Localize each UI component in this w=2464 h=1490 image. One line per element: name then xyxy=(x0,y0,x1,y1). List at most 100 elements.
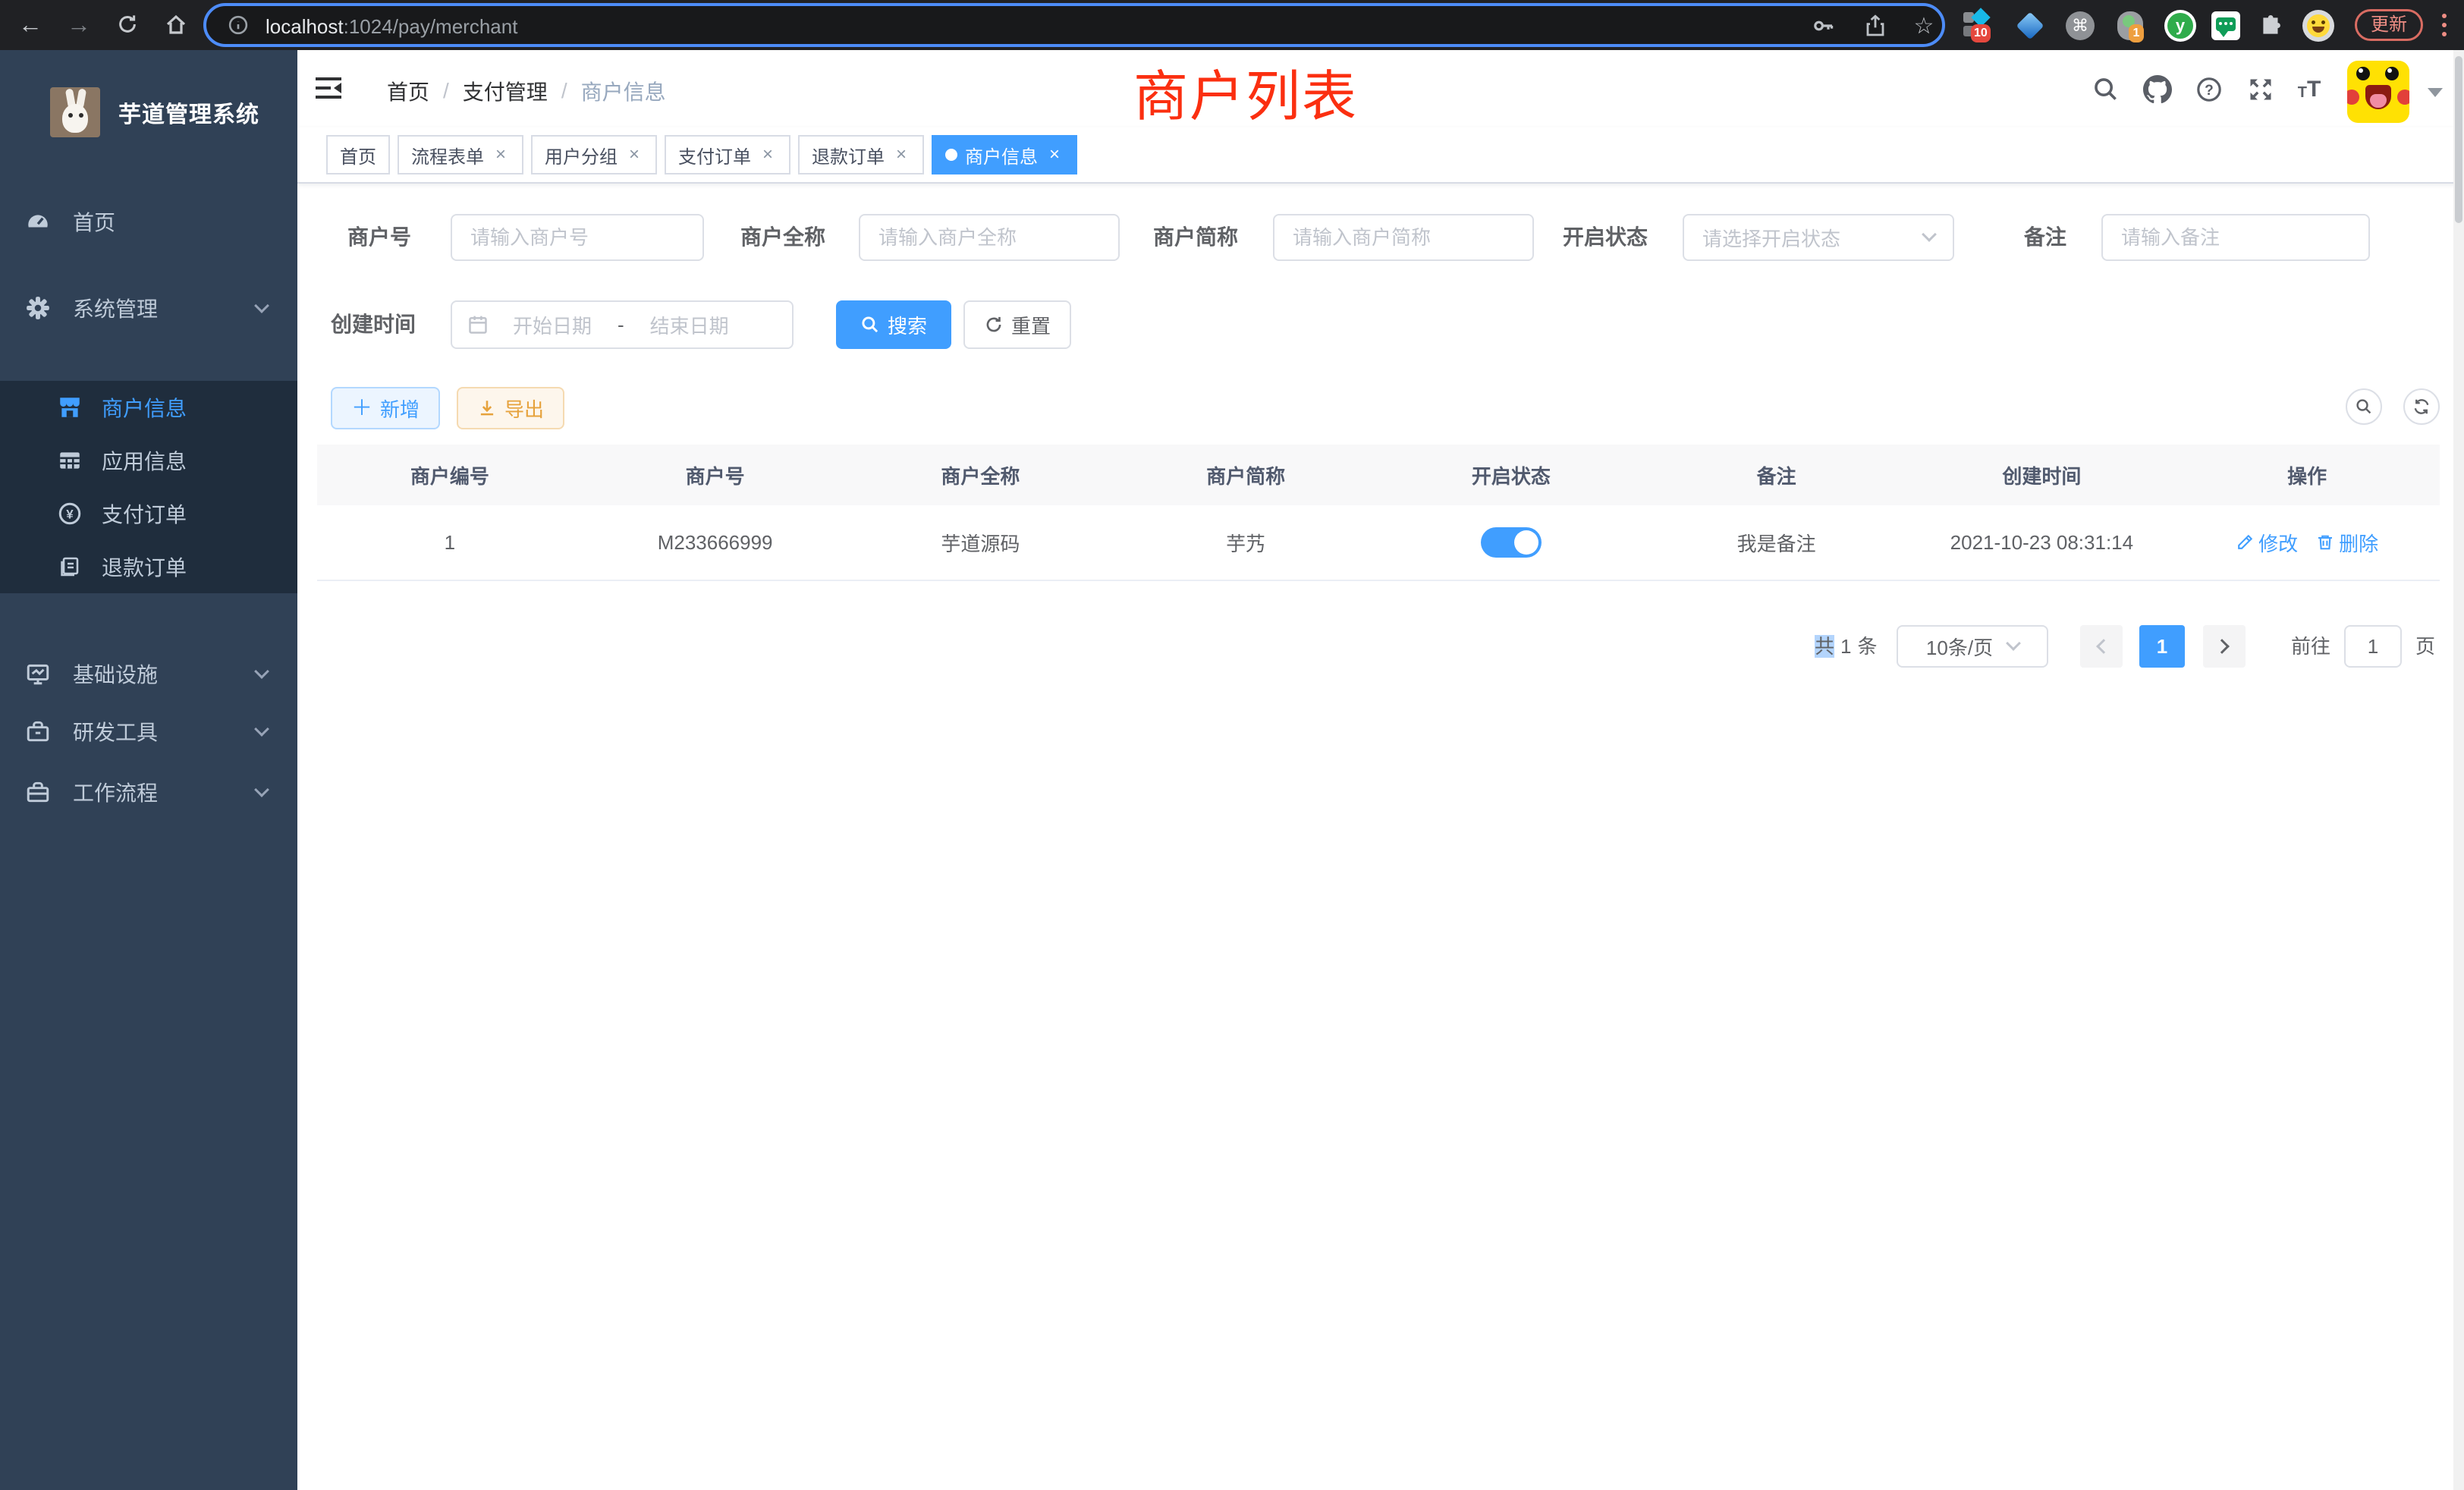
app-logo-row[interactable]: 芋道管理系统 xyxy=(0,62,297,162)
tab-pay-order[interactable]: 支付订单 × xyxy=(665,135,790,174)
extension-diamond-icon[interactable] xyxy=(2012,8,2048,44)
tab-close-icon[interactable]: × xyxy=(625,146,643,164)
status-label: 开启状态 xyxy=(1511,214,1648,261)
share-icon[interactable] xyxy=(1860,11,1890,41)
current-page-button[interactable]: 1 xyxy=(2139,625,2185,668)
avatar-caret-icon[interactable] xyxy=(2428,88,2443,97)
kebab-menu-icon[interactable] xyxy=(2440,11,2449,39)
add-button[interactable]: ＋ 新增 xyxy=(331,387,440,429)
extension-badge: 10 xyxy=(1971,24,1991,42)
extension-yudao-icon[interactable]: y xyxy=(2162,8,2198,44)
sidebar-toggle-icon[interactable] xyxy=(316,77,341,99)
page-size-select[interactable]: 10条/页 xyxy=(1897,625,2048,668)
sidebar-item-label: 商户信息 xyxy=(102,392,187,423)
back-icon[interactable]: ← xyxy=(12,6,49,42)
sidebar-item-dev-tools[interactable]: 研发工具 xyxy=(0,698,297,765)
tab-close-icon[interactable]: × xyxy=(1045,146,1064,164)
sidebar-item-system[interactable]: 系统管理 xyxy=(0,266,297,350)
extension-chat-icon[interactable] xyxy=(2208,8,2244,44)
next-page-button[interactable] xyxy=(2203,625,2246,668)
cell-short-name: 芋艿 xyxy=(1113,529,1378,557)
tab-merchant-info[interactable]: 商户信息 × xyxy=(932,135,1077,174)
remark-input[interactable] xyxy=(2101,214,2370,261)
chevron-left-icon xyxy=(2096,639,2111,654)
tab-close-icon[interactable]: × xyxy=(492,146,510,164)
toggle-search-icon-button[interactable] xyxy=(2346,388,2382,425)
status-select[interactable]: 请选择开启状态 xyxy=(1683,214,1954,261)
goto-label: 前往 xyxy=(2291,625,2330,668)
scrollbar[interactable] xyxy=(2453,50,2464,1490)
cell-full-name: 芋道源码 xyxy=(848,529,1114,557)
tab-process-form[interactable]: 流程表单 × xyxy=(398,135,523,174)
delete-link[interactable]: 删除 xyxy=(2316,529,2378,557)
chevron-down-icon xyxy=(254,664,269,679)
profile-emoji-avatar[interactable] xyxy=(2300,8,2337,44)
annotation-text: 商户列表 xyxy=(1133,52,1358,131)
breadcrumb-home[interactable]: 首页 xyxy=(387,76,429,106)
scrollbar-thumb[interactable] xyxy=(2455,56,2462,223)
fullscreen-icon[interactable] xyxy=(2244,73,2277,106)
help-icon[interactable]: ? xyxy=(2192,73,2226,106)
edit-link[interactable]: 修改 xyxy=(2236,529,2298,557)
user-avatar[interactable] xyxy=(2347,61,2409,123)
sidebar-item-pay-order[interactable]: ¥ 支付订单 xyxy=(0,487,297,540)
github-icon[interactable] xyxy=(2141,73,2174,106)
goto-page-input[interactable] xyxy=(2344,625,2402,668)
toolbox-icon xyxy=(24,718,52,745)
chevron-down-icon xyxy=(254,721,269,737)
refresh-icon[interactable] xyxy=(109,6,146,42)
cell-status xyxy=(1378,527,1644,558)
status-toggle[interactable] xyxy=(1481,527,1542,558)
extension-notify-icon[interactable]: 1 xyxy=(2112,8,2148,44)
forward-icon[interactable]: → xyxy=(61,6,97,42)
sidebar-item-workflow[interactable]: 工作流程 xyxy=(0,759,297,825)
export-button[interactable]: 导出 xyxy=(457,387,564,429)
full-name-input[interactable] xyxy=(859,214,1120,261)
payment-submenu: 商户信息 应用信息 ¥ 支付订单 退款订单 xyxy=(0,381,297,593)
search-button[interactable]: 搜索 xyxy=(836,300,951,349)
trash-icon xyxy=(2316,533,2334,552)
create-time-label: 创建时间 xyxy=(303,300,416,349)
tags-view-bar: 首页 流程表单 × 用户分组 × 支付订单 × 退款订单 × 商户信息 × xyxy=(297,127,2464,184)
tab-user-group[interactable]: 用户分组 × xyxy=(531,135,657,174)
url-text[interactable]: localhost:1024/pay/merchant xyxy=(266,11,517,39)
edit-link-label: 修改 xyxy=(2258,529,2298,557)
info-icon[interactable] xyxy=(228,14,249,36)
extension-command-icon[interactable]: ⌘ xyxy=(2062,8,2098,44)
sidebar-item-refund-order[interactable]: 退款订单 xyxy=(0,540,297,593)
search-icon[interactable] xyxy=(2089,73,2123,106)
sidebar-item-merchant-info[interactable]: 商户信息 xyxy=(0,381,297,434)
url-bar[interactable]: localhost:1024/pay/merchant xyxy=(203,3,1945,47)
sidebar-item-home[interactable]: 首页 xyxy=(0,179,297,264)
sidebar-item-app-info[interactable]: 应用信息 xyxy=(0,434,297,487)
bookmark-star-icon[interactable]: ☆ xyxy=(1909,11,1939,41)
short-name-input[interactable] xyxy=(1273,214,1534,261)
reset-button[interactable]: 重置 xyxy=(963,300,1071,349)
tab-refund-order[interactable]: 退款订单 × xyxy=(798,135,924,174)
table-header-cell: 操作 xyxy=(2174,461,2440,489)
extensions-puzzle-icon[interactable] xyxy=(2253,8,2290,44)
pagination-total-prefix: 共 xyxy=(1815,635,1834,658)
monitor-icon xyxy=(24,660,52,687)
export-button-label: 导出 xyxy=(504,395,544,423)
cell-merchant-no: M233666999 xyxy=(583,531,848,555)
tab-home[interactable]: 首页 xyxy=(326,135,390,174)
home-icon[interactable] xyxy=(158,6,194,42)
key-icon[interactable] xyxy=(1809,11,1839,41)
sidebar-item-infrastructure[interactable]: 基础设施 xyxy=(0,640,297,707)
browser-update-button[interactable]: 更新 xyxy=(2355,9,2423,41)
create-time-range-picker[interactable]: 开始日期 - 结束日期 xyxy=(451,300,794,349)
grid-icon xyxy=(56,447,83,474)
search-button-label: 搜索 xyxy=(888,311,927,339)
font-size-icon[interactable]: TT xyxy=(2293,73,2326,106)
delete-link-label: 删除 xyxy=(2339,529,2378,557)
tab-close-icon[interactable]: × xyxy=(892,146,910,164)
prev-page-button[interactable] xyxy=(2080,625,2123,668)
breadcrumb-section[interactable]: 支付管理 xyxy=(463,76,548,106)
extension-tabs-icon[interactable]: 10 xyxy=(1959,8,1995,44)
tab-close-icon[interactable]: × xyxy=(759,146,777,164)
merchant-no-input[interactable] xyxy=(451,214,704,261)
refresh-table-icon-button[interactable] xyxy=(2403,388,2440,425)
breadcrumb-separator: / xyxy=(561,79,567,103)
sidebar-item-label: 支付订单 xyxy=(102,498,187,529)
